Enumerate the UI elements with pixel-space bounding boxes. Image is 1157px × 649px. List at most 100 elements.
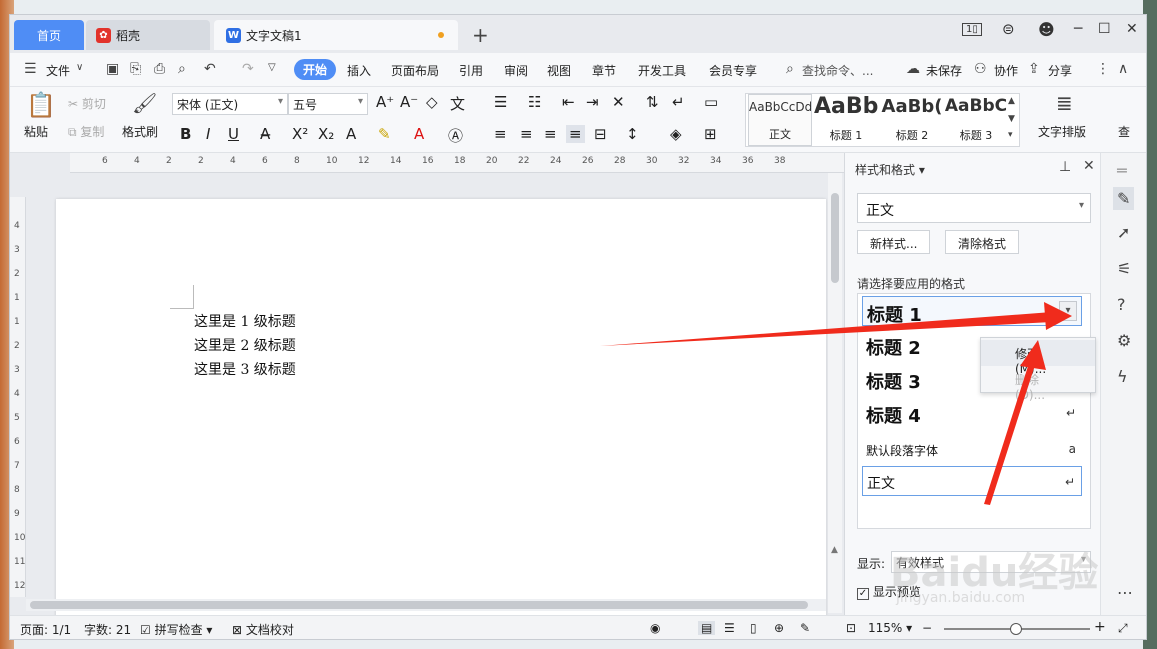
spell-check-button[interactable]: ☑ 拼写检查 ▾ — [140, 621, 212, 638]
shading-icon[interactable]: ◈ — [670, 125, 682, 143]
font-family-select[interactable]: 宋体 (正文) — [172, 93, 288, 115]
decrease-indent-icon[interactable]: ⇤ — [562, 93, 575, 111]
tab-home[interactable]: 首页 — [14, 20, 84, 50]
cut-button[interactable]: ✂ 剪切 — [68, 95, 106, 112]
avatar[interactable]: ☻ — [1038, 20, 1055, 39]
maximize-icon[interactable]: ☐ — [1098, 21, 1111, 37]
gallery-more-icon[interactable]: ▾ — [1008, 130, 1013, 140]
menu-review[interactable]: 审阅 — [504, 62, 528, 79]
find-button[interactable]: 查 — [1118, 123, 1130, 140]
print-icon[interactable]: ⎙ — [154, 61, 165, 77]
delete-style-item[interactable]: 删除(D)... — [981, 366, 1095, 402]
chevron-down-icon[interactable]: ∨ — [76, 62, 83, 73]
new-style-button[interactable]: 新样式... — [857, 230, 931, 254]
read-view-icon[interactable]: ▯ — [750, 621, 757, 635]
word-count[interactable]: 字数: 21 — [84, 621, 131, 638]
document-page[interactable]: 这里是 1 级标题 这里是 2 级标题 这里是 3 级标题 — [56, 199, 826, 619]
chinese-layout-icon[interactable]: ✕ — [612, 93, 625, 111]
ruler-toggle-icon[interactable]: ▭ — [704, 93, 718, 111]
write-view-icon[interactable]: ✎ — [800, 621, 810, 635]
shrink-font-icon[interactable]: A⁻ — [400, 93, 418, 111]
menu-layout[interactable]: 页面布局 — [391, 62, 439, 79]
grow-font-icon[interactable]: A⁺ — [376, 93, 394, 111]
align-right-icon[interactable]: ≡ — [544, 125, 557, 143]
vertical-scroll-thumb[interactable] — [831, 193, 839, 283]
bullets-icon[interactable]: ☰ — [494, 93, 507, 111]
strikethrough-icon[interactable]: A̶ — [260, 125, 270, 143]
redo-icon[interactable]: ↷ — [242, 61, 254, 77]
horizontal-scroll-thumb[interactable] — [30, 601, 808, 609]
doc-line[interactable]: 这里是 3 级标题 — [194, 359, 296, 379]
close-panel-icon[interactable]: ✕ — [1083, 158, 1095, 174]
gallery-up-icon[interactable]: ▲ — [1008, 96, 1015, 106]
increase-indent-icon[interactable]: ⇥ — [586, 93, 599, 111]
char-border-icon[interactable]: Ⓐ — [448, 125, 463, 146]
lightning-icon[interactable]: ϟ — [1117, 367, 1128, 386]
share-button[interactable]: 分享 — [1048, 62, 1072, 79]
superscript-icon[interactable]: X² — [292, 125, 308, 143]
menu-chapter[interactable]: 章节 — [592, 62, 616, 79]
new-tab-icon[interactable]: + — [472, 23, 489, 47]
fit-page-icon[interactable]: ⊡ — [846, 621, 856, 635]
page-view-icon[interactable]: ▤ — [698, 621, 716, 635]
undo-icon[interactable]: ↶ — [204, 61, 216, 77]
collab-button[interactable]: 协作 — [994, 62, 1018, 79]
paste-button[interactable]: 粘贴 — [24, 123, 48, 140]
more-tools-icon[interactable]: ⋯ — [1117, 583, 1133, 602]
menu-view[interactable]: 视图 — [547, 62, 571, 79]
vertical-ruler[interactable]: 4 3 2 1 1 2 3 4 5 6 7 8 9 10 11 12 — [10, 197, 26, 597]
horizontal-ruler[interactable]: 6 4 2 2 4 6 8 10 12 14 16 18 20 22 24 26 28 30 32 34 36 38 — [70, 153, 844, 173]
zoom-slider[interactable] — [944, 623, 1090, 635]
unsaved-status[interactable]: 未保存 — [926, 62, 962, 79]
web-view-icon[interactable]: ⊕ — [774, 621, 784, 635]
plugin-icon[interactable]: ⚙ — [1117, 331, 1131, 350]
style-row-default-font[interactable]: 默认段落字体 a — [862, 434, 1082, 464]
font-color-icon[interactable]: A — [414, 125, 424, 143]
format-painter-button[interactable]: 格式刷 — [122, 123, 158, 140]
justify-icon[interactable]: ≡ — [566, 125, 585, 143]
style-row-heading1[interactable]: 标题 1 ▾ — [862, 296, 1082, 326]
style-heading1[interactable]: AaBb 标题 1 — [814, 94, 878, 146]
tab-document[interactable]: W 文字文稿1 — [214, 20, 458, 50]
menu-references[interactable]: 引用 — [459, 62, 483, 79]
menu-developer[interactable]: 开发工具 — [638, 62, 686, 79]
doc-line[interactable]: 这里是 2 级标题 — [194, 335, 296, 355]
command-search[interactable]: 查找命令、... — [802, 62, 873, 79]
borders-icon[interactable]: ⊞ — [704, 125, 717, 143]
style-normal[interactable]: AaBbCcDd 正文 — [748, 94, 812, 146]
paragraph-mark-icon[interactable]: ↵ — [672, 93, 685, 111]
format-painter-icon[interactable]: 🖌 — [132, 91, 157, 115]
eye-protect-icon[interactable]: ◉ — [650, 621, 660, 635]
page-count[interactable]: 页面: 1/1 — [20, 621, 71, 638]
style-row-heading4[interactable]: 标题 4 ↵ — [862, 398, 1082, 428]
style-heading2[interactable]: AaBb( 标题 2 — [880, 94, 944, 146]
proofread-button[interactable]: ⊠ 文档校对 — [232, 621, 294, 638]
numbering-icon[interactable]: ☷ — [528, 93, 541, 111]
menu-insert[interactable]: 插入 — [347, 62, 371, 79]
hamburger-icon[interactable]: ☰ — [24, 61, 37, 77]
print-preview-icon[interactable]: ⌕ — [178, 61, 186, 77]
adjust-icon[interactable]: ⚟ — [1117, 259, 1131, 278]
paste-icon[interactable]: 📋 — [26, 91, 56, 119]
bold-icon[interactable]: B — [180, 125, 191, 143]
align-left-icon[interactable]: ≡ — [494, 125, 507, 143]
minimize-icon[interactable]: ─ — [1074, 21, 1082, 37]
phonetic-icon[interactable]: 文 — [450, 93, 465, 114]
align-center-icon[interactable]: ≡ — [520, 125, 533, 143]
gallery-down-icon[interactable]: ▼ — [1008, 114, 1015, 124]
clear-format-button[interactable]: 清除格式 — [945, 230, 1020, 254]
highlight-icon[interactable]: ✎ — [378, 125, 391, 143]
line-spacing-icon[interactable]: ↕ — [626, 125, 639, 143]
menu-member[interactable]: 会员专享 — [709, 62, 757, 79]
doc-line[interactable]: 这里是 1 级标题 — [194, 311, 296, 331]
menu-file[interactable]: 文件 — [46, 62, 70, 79]
quick-access-dropdown-icon[interactable]: ▽ — [268, 62, 276, 73]
pin-icon[interactable]: ⊥ — [1059, 159, 1071, 175]
clear-format-icon[interactable]: ◇ — [426, 93, 438, 111]
text-layout-button[interactable]: 文字排版 — [1038, 123, 1086, 140]
collapse-ribbon-icon[interactable]: ∧ — [1118, 61, 1128, 77]
style-row-normal[interactable]: 正文 ↵ — [862, 466, 1082, 496]
close-window-icon[interactable]: ✕ — [1126, 21, 1138, 37]
sort-icon[interactable]: ⇅ — [646, 93, 659, 111]
text-layout-icon[interactable]: ≣ — [1056, 91, 1073, 115]
